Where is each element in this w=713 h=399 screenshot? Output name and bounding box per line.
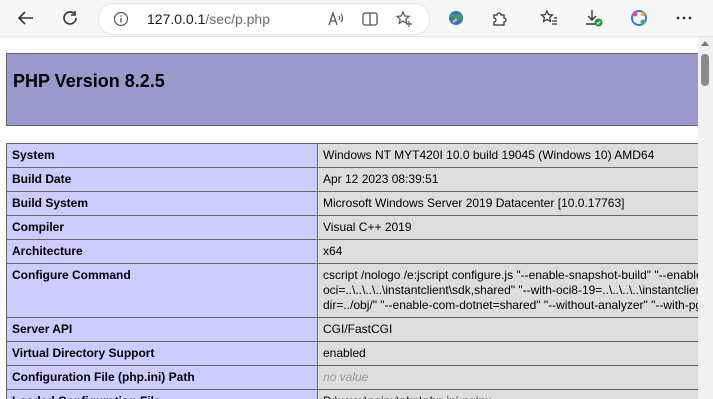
url-text[interactable]: 127.0.0.1/sec/p.php — [147, 11, 270, 27]
table-row: Build Date Apr 12 2023 08:39:51 — [6, 167, 706, 192]
table-row: Virtual Directory Support enabled — [6, 341, 706, 366]
extensions-puzzle-icon[interactable] — [485, 3, 515, 33]
url-path: /sec/p.php — [205, 11, 270, 27]
copilot-icon[interactable] — [624, 3, 654, 33]
more-options-icon[interactable] — [669, 3, 699, 33]
row-key: Architecture — [6, 239, 318, 264]
configure-command-line: cscript /nologo /e:jscript configure.js … — [323, 268, 706, 282]
reading-view-icon[interactable] — [361, 10, 379, 28]
row-key: Server API — [6, 317, 318, 342]
table-row: Server API CGI/FastCGI — [6, 317, 706, 342]
refresh-icon[interactable] — [55, 3, 85, 33]
row-key: Configuration File (php.ini) Path — [6, 365, 318, 390]
vertical-scrollbar[interactable] — [698, 37, 713, 399]
scroll-up-arrow-icon[interactable] — [701, 41, 709, 46]
row-value: x64 — [317, 239, 706, 264]
configure-command-line: dir=../obj/" "--enable-com-dotnet=shared… — [323, 298, 706, 312]
table-row: Architecture x64 — [6, 239, 706, 264]
row-key: Compiler — [6, 215, 318, 240]
table-row: System Windows NT MYT420I 10.0 build 190… — [6, 143, 706, 168]
browser-toolbar: 127.0.0.1/sec/p.php — [0, 0, 713, 37]
php-info-table: System Windows NT MYT420I 10.0 build 190… — [6, 143, 706, 399]
downloads-icon[interactable] — [579, 3, 609, 33]
address-bar[interactable]: 127.0.0.1/sec/p.php — [98, 3, 430, 35]
row-key: Configure Command — [6, 263, 318, 318]
table-row: Build System Microsoft Windows Server 20… — [6, 191, 706, 216]
url-host: 127.0.0.1 — [147, 11, 206, 27]
back-arrow-icon[interactable] — [11, 3, 41, 33]
row-value: Visual C++ 2019 — [317, 215, 706, 240]
table-row: Configuration File (php.ini) Path no val… — [6, 365, 706, 390]
page-title: PHP Version 8.2.5 — [13, 71, 165, 91]
row-value-multiline: cscript /nologo /e:jscript configure.js … — [317, 263, 706, 318]
row-key: System — [6, 143, 318, 168]
favorites-icon[interactable] — [534, 3, 564, 33]
scrollbar-thumb[interactable] — [701, 54, 709, 86]
row-value: no value — [317, 365, 706, 390]
row-value: CGI/FastCGI — [317, 317, 706, 342]
row-key: Build Date — [6, 167, 318, 192]
configure-command-line: oci=..\..\..\..\instantclient\sdk,shared… — [323, 283, 705, 297]
row-value: Apr 12 2023 08:39:51 — [317, 167, 706, 192]
extension-globe-icon[interactable] — [441, 3, 471, 33]
row-key: Build System — [6, 191, 318, 216]
page-content: PHP Version 8.2.5 System Windows NT MYT4… — [0, 37, 713, 399]
row-value: enabled — [317, 341, 706, 366]
table-row: Compiler Visual C++ 2019 — [6, 215, 706, 240]
add-favorite-icon[interactable] — [395, 10, 413, 28]
row-key: Virtual Directory Support — [6, 341, 318, 366]
row-key: Loaded Configuration File — [6, 389, 318, 399]
row-value: D:\www\nginx\php\php.ini-nginx — [317, 389, 706, 399]
read-aloud-icon[interactable] — [327, 10, 345, 28]
php-version-header: PHP Version 8.2.5 — [6, 53, 706, 126]
table-row: Configure Command cscript /nologo /e:jsc… — [6, 263, 706, 318]
table-row: Loaded Configuration File D:\www\nginx\p… — [6, 389, 706, 399]
row-value: Windows NT MYT420I 10.0 build 19045 (Win… — [317, 143, 706, 168]
info-icon[interactable] — [113, 11, 129, 32]
row-value: Microsoft Windows Server 2019 Datacenter… — [317, 191, 706, 216]
